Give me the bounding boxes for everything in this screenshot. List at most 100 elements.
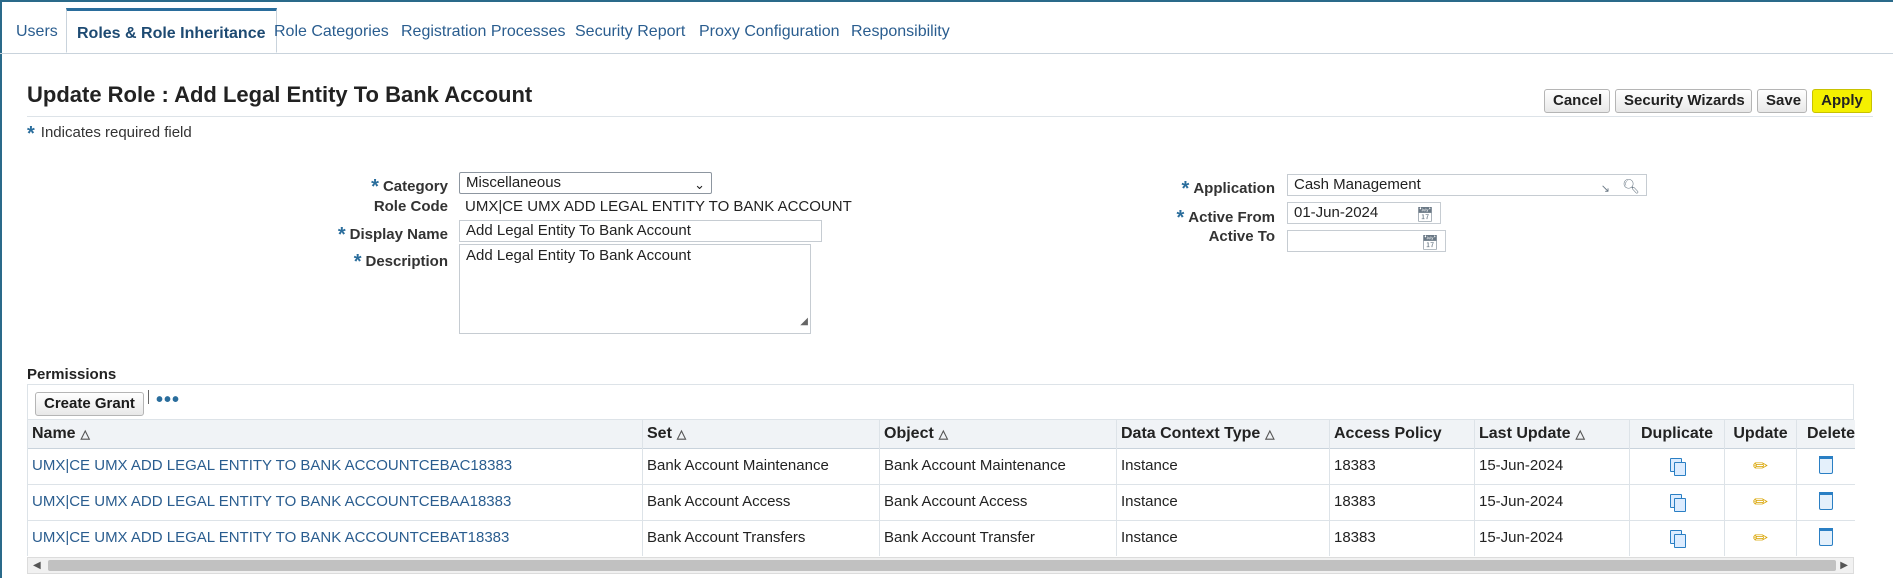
delete-cell bbox=[1797, 448, 1855, 484]
last-update-cell: 15-Jun-2024 bbox=[1475, 520, 1630, 556]
delete-cell bbox=[1797, 520, 1855, 556]
create-grant-button[interactable]: Create Grant bbox=[35, 392, 144, 416]
object-cell: Bank Account Transfer bbox=[880, 520, 1117, 556]
pencil-icon[interactable]: ✏︎ bbox=[1753, 456, 1768, 476]
object-cell: Bank Account Access bbox=[880, 484, 1117, 520]
calendar-icon[interactable]: 📅︎ bbox=[1416, 204, 1434, 223]
duplicate-cell bbox=[1630, 520, 1725, 556]
toolbar-separator bbox=[148, 390, 149, 404]
column-header-delete: Delete bbox=[1797, 420, 1855, 448]
trash-icon[interactable] bbox=[1819, 456, 1833, 474]
sort-ascending-icon[interactable]: △ bbox=[939, 427, 948, 441]
active-to-input[interactable]: 📅︎ bbox=[1287, 230, 1446, 252]
sort-ascending-icon[interactable]: △ bbox=[1576, 427, 1585, 441]
description-textarea[interactable]: Add Legal Entity To Bank Account ◢ bbox=[459, 244, 811, 334]
access-policy-cell: 18383 bbox=[1330, 448, 1475, 484]
table-row: UMX|CE UMX ADD LEGAL ENTITY TO BANK ACCO… bbox=[28, 484, 1855, 521]
pencil-icon[interactable]: ✏︎ bbox=[1753, 492, 1768, 512]
scrollbar-thumb[interactable] bbox=[48, 560, 1836, 571]
application-input[interactable]: Cash Management ↘ 🔍︎ bbox=[1287, 174, 1647, 196]
security-wizards-button[interactable]: Security Wizards bbox=[1615, 89, 1752, 113]
access-policy-cell: 18383 bbox=[1330, 520, 1475, 556]
context-cell: Instance bbox=[1117, 520, 1330, 556]
required-indicator-icon: * bbox=[27, 123, 35, 145]
required-indicator-icon: * bbox=[337, 224, 346, 246]
horizontal-scrollbar[interactable]: ◀ ▶ bbox=[27, 557, 1854, 574]
role-code-value: UMX|CE UMX ADD LEGAL ENTITY TO BANK ACCO… bbox=[465, 198, 852, 215]
header-divider bbox=[27, 116, 1873, 117]
active-from-input[interactable]: 01-Jun-2024 📅︎ bbox=[1287, 202, 1441, 224]
apply-button[interactable]: Apply bbox=[1812, 89, 1872, 113]
resize-handle-icon[interactable]: ◢ bbox=[800, 312, 808, 332]
more-actions-icon[interactable]: ••• bbox=[156, 390, 180, 410]
active-to-label: Active To bbox=[1208, 228, 1275, 245]
calendar-icon[interactable]: 📅︎ bbox=[1421, 232, 1439, 251]
clear-icon[interactable]: ↘ bbox=[1601, 179, 1610, 195]
active-from-label: * Active From bbox=[1176, 207, 1276, 229]
column-header-update: Update bbox=[1725, 420, 1797, 448]
tab-role-categories[interactable]: Role Categories bbox=[274, 10, 389, 53]
pencil-icon[interactable]: ✏︎ bbox=[1753, 528, 1768, 548]
column-header-object[interactable]: Object △ bbox=[880, 420, 1117, 448]
required-indicator-icon: * bbox=[353, 251, 362, 273]
tab-responsibility[interactable]: Responsibility bbox=[851, 10, 950, 53]
cancel-button[interactable]: Cancel bbox=[1544, 89, 1610, 113]
column-header-data-context-type[interactable]: Data Context Type △ bbox=[1117, 420, 1330, 448]
column-header-set[interactable]: Set △ bbox=[643, 420, 880, 448]
permission-name-link[interactable]: UMX|CE UMX ADD LEGAL ENTITY TO BANK ACCO… bbox=[28, 484, 643, 520]
duplicate-icon[interactable] bbox=[1670, 494, 1686, 512]
column-header-access-policy: Access Policy bbox=[1330, 420, 1475, 448]
tab-registration-processes[interactable]: Registration Processes bbox=[401, 10, 566, 53]
chevron-down-icon: ⌄ bbox=[694, 177, 705, 192]
tab-proxy-configuration[interactable]: Proxy Configuration bbox=[699, 10, 840, 53]
description-label: * Description bbox=[353, 251, 448, 273]
duplicate-icon[interactable] bbox=[1670, 530, 1686, 548]
save-button[interactable]: Save bbox=[1757, 89, 1807, 113]
table-row: UMX|CE UMX ADD LEGAL ENTITY TO BANK ACCO… bbox=[28, 448, 1855, 485]
context-cell: Instance bbox=[1117, 448, 1330, 484]
tab-bar: Users Roles & Role Inheritance Role Cate… bbox=[0, 8, 1893, 54]
update-cell: ✏︎ bbox=[1725, 448, 1797, 484]
search-icon[interactable]: 🔍︎ bbox=[1622, 176, 1640, 195]
required-field-note: * Indicates required field bbox=[27, 123, 192, 145]
delete-cell bbox=[1797, 484, 1855, 520]
object-cell: Bank Account Maintenance bbox=[880, 448, 1117, 484]
duplicate-icon[interactable] bbox=[1670, 458, 1686, 476]
trash-icon[interactable] bbox=[1819, 492, 1833, 510]
permissions-title: Permissions bbox=[27, 366, 117, 383]
column-header-name[interactable]: Name △ bbox=[28, 420, 643, 448]
role-code-label: Role Code bbox=[373, 198, 448, 215]
page-title: Update Role : Add Legal Entity To Bank A… bbox=[27, 82, 533, 107]
column-header-duplicate: Duplicate bbox=[1630, 420, 1725, 448]
display-name-label: * Display Name bbox=[337, 224, 448, 246]
tab-roles-role-inheritance[interactable]: Roles & Role Inheritance bbox=[66, 8, 277, 53]
tab-users[interactable]: Users bbox=[16, 10, 58, 53]
update-cell: ✏︎ bbox=[1725, 484, 1797, 520]
scroll-right-icon[interactable]: ▶ bbox=[1840, 558, 1848, 573]
application-label: * Application bbox=[1181, 178, 1275, 200]
permission-name-link[interactable]: UMX|CE UMX ADD LEGAL ENTITY TO BANK ACCO… bbox=[28, 448, 643, 484]
sort-ascending-icon[interactable]: △ bbox=[81, 427, 90, 441]
category-select[interactable]: Miscellaneous ⌄ bbox=[459, 172, 712, 194]
permissions-toolbar: Create Grant ••• bbox=[27, 384, 1854, 420]
sort-ascending-icon[interactable]: △ bbox=[677, 427, 686, 441]
scroll-left-icon[interactable]: ◀ bbox=[33, 558, 41, 573]
permissions-table: Name △ Set △ Object △ Data Context Type △ Ac… bbox=[27, 420, 1855, 556]
update-cell: ✏︎ bbox=[1725, 520, 1797, 556]
permission-name-link[interactable]: UMX|CE UMX ADD LEGAL ENTITY TO BANK ACCO… bbox=[28, 520, 643, 556]
trash-icon[interactable] bbox=[1819, 528, 1833, 546]
table-row: UMX|CE UMX ADD LEGAL ENTITY TO BANK ACCO… bbox=[28, 520, 1855, 556]
column-header-last-update[interactable]: Last Update △ bbox=[1475, 420, 1630, 448]
duplicate-cell bbox=[1630, 484, 1725, 520]
context-cell: Instance bbox=[1117, 484, 1330, 520]
table-header-row: Name △ Set △ Object △ Data Context Type △ Ac… bbox=[28, 420, 1855, 449]
set-cell: Bank Account Transfers bbox=[643, 520, 880, 556]
tab-security-report[interactable]: Security Report bbox=[575, 10, 685, 53]
sort-ascending-icon[interactable]: △ bbox=[1265, 427, 1274, 441]
category-label: * Category bbox=[371, 176, 448, 198]
last-update-cell: 15-Jun-2024 bbox=[1475, 484, 1630, 520]
display-name-input[interactable]: Add Legal Entity To Bank Account bbox=[459, 220, 822, 242]
required-indicator-icon: * bbox=[371, 176, 379, 198]
set-cell: Bank Account Maintenance bbox=[643, 448, 880, 484]
required-indicator-icon: * bbox=[1181, 178, 1190, 200]
